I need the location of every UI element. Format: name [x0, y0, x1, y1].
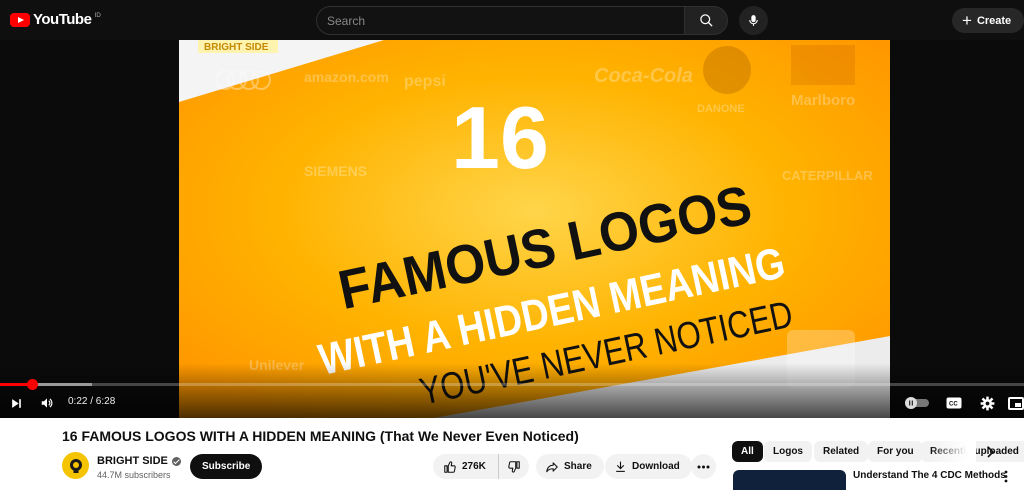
search-button[interactable] [684, 6, 728, 35]
plus-icon: + [962, 11, 972, 30]
more-horizontal-icon [697, 465, 710, 468]
chips-next-button[interactable] [982, 444, 998, 460]
chip-for-you[interactable]: For you [868, 441, 923, 462]
region-code: ID [94, 12, 101, 19]
share-icon [546, 461, 558, 472]
next-icon [11, 398, 21, 408]
thumb-number: 16 [451, 88, 549, 187]
bg-logo-0: amazon.com [304, 69, 389, 85]
miniplayer-icon [1008, 396, 1024, 410]
chip-all[interactable]: All [732, 441, 763, 462]
svg-text:CC: CC [949, 402, 958, 408]
channel-name: BRIGHT SIDE [97, 455, 168, 467]
brand-tag: BRIGHT SIDE [204, 42, 269, 53]
video-frame[interactable]: amazon.com Coca-Cola DANONE Marlboro SIE… [179, 40, 890, 418]
chevron-right-icon [987, 446, 994, 458]
lightbulb-icon [69, 458, 82, 473]
bg-logo-4: SIEMENS [304, 163, 367, 179]
thumbs-down-icon [508, 460, 520, 473]
controls-gradient [0, 363, 1024, 418]
download-icon [616, 461, 625, 472]
microphone-icon [749, 15, 758, 26]
like-button[interactable]: 276K [433, 454, 499, 479]
voice-search-button[interactable] [739, 6, 768, 35]
like-count: 276K [462, 461, 486, 472]
search-icon [699, 14, 713, 27]
video-player[interactable]: amazon.com Coca-Cola DANONE Marlboro SIE… [0, 40, 1024, 418]
search-bar [316, 6, 728, 35]
recommendation-menu-button[interactable] [1000, 470, 1012, 484]
video-title: 16 FAMOUS LOGOS WITH A HIDDEN MEANING (T… [62, 428, 579, 444]
subtitles-button[interactable]: CC [944, 395, 964, 411]
subscribe-button[interactable]: Subscribe [190, 454, 263, 479]
autoplay-toggle-icon [905, 397, 929, 409]
download-button[interactable]: Download [605, 454, 692, 479]
progress-bar[interactable] [0, 379, 1024, 390]
search-input[interactable] [316, 6, 684, 35]
verified-badge-icon [171, 456, 181, 466]
create-label: Create [976, 14, 1012, 27]
bg-logo-1: Coca-Cola [594, 65, 693, 87]
chip-related[interactable]: Related [814, 441, 869, 462]
settings-button[interactable] [977, 395, 997, 411]
youtube-logo[interactable]: YouTube ID [10, 11, 101, 28]
video-thumbnail: amazon.com Coca-Cola DANONE Marlboro SIE… [179, 40, 890, 418]
chips-fade [930, 441, 976, 462]
channel-name-link[interactable]: BRIGHT SIDE [97, 455, 181, 467]
volume-button[interactable] [37, 395, 57, 411]
more-actions-button[interactable] [691, 454, 716, 479]
download-label: Download [632, 461, 680, 472]
logo-text: YouTube [33, 11, 92, 28]
chip-logos[interactable]: Logos [764, 441, 812, 462]
time-display: 0:22 / 6:28 [68, 396, 116, 407]
share-button[interactable]: Share [536, 454, 604, 479]
dislike-button[interactable] [499, 454, 529, 479]
masthead: YouTube ID + Create [0, 0, 1024, 40]
progress-scrubber[interactable] [27, 379, 38, 390]
share-label: Share [564, 461, 592, 472]
gear-icon [980, 396, 994, 410]
youtube-play-icon [10, 12, 30, 27]
bg-logo-3: Marlboro [791, 92, 855, 109]
bg-logo-6: pepsi [404, 73, 446, 90]
closed-captions-icon: CC [946, 397, 962, 409]
recommendation-title[interactable]: Understand The 4 CDC Methods [853, 470, 1006, 481]
autoplay-toggle[interactable] [904, 395, 930, 411]
bg-logo-5: CATERPILLAR [782, 168, 873, 183]
next-button[interactable] [7, 395, 25, 411]
volume-icon [41, 398, 53, 408]
create-button[interactable]: + Create [952, 8, 1024, 33]
thumbs-up-icon [444, 460, 456, 473]
channel-avatar[interactable] [62, 452, 89, 479]
bg-logo-2: DANONE [697, 103, 745, 115]
subscriber-count: 44.7M subscribers [97, 470, 171, 480]
recommendation-thumbnail[interactable] [733, 470, 846, 490]
like-dislike-group: 276K [433, 454, 529, 479]
more-vertical-icon [1004, 470, 1008, 483]
miniplayer-button[interactable] [1008, 395, 1024, 411]
